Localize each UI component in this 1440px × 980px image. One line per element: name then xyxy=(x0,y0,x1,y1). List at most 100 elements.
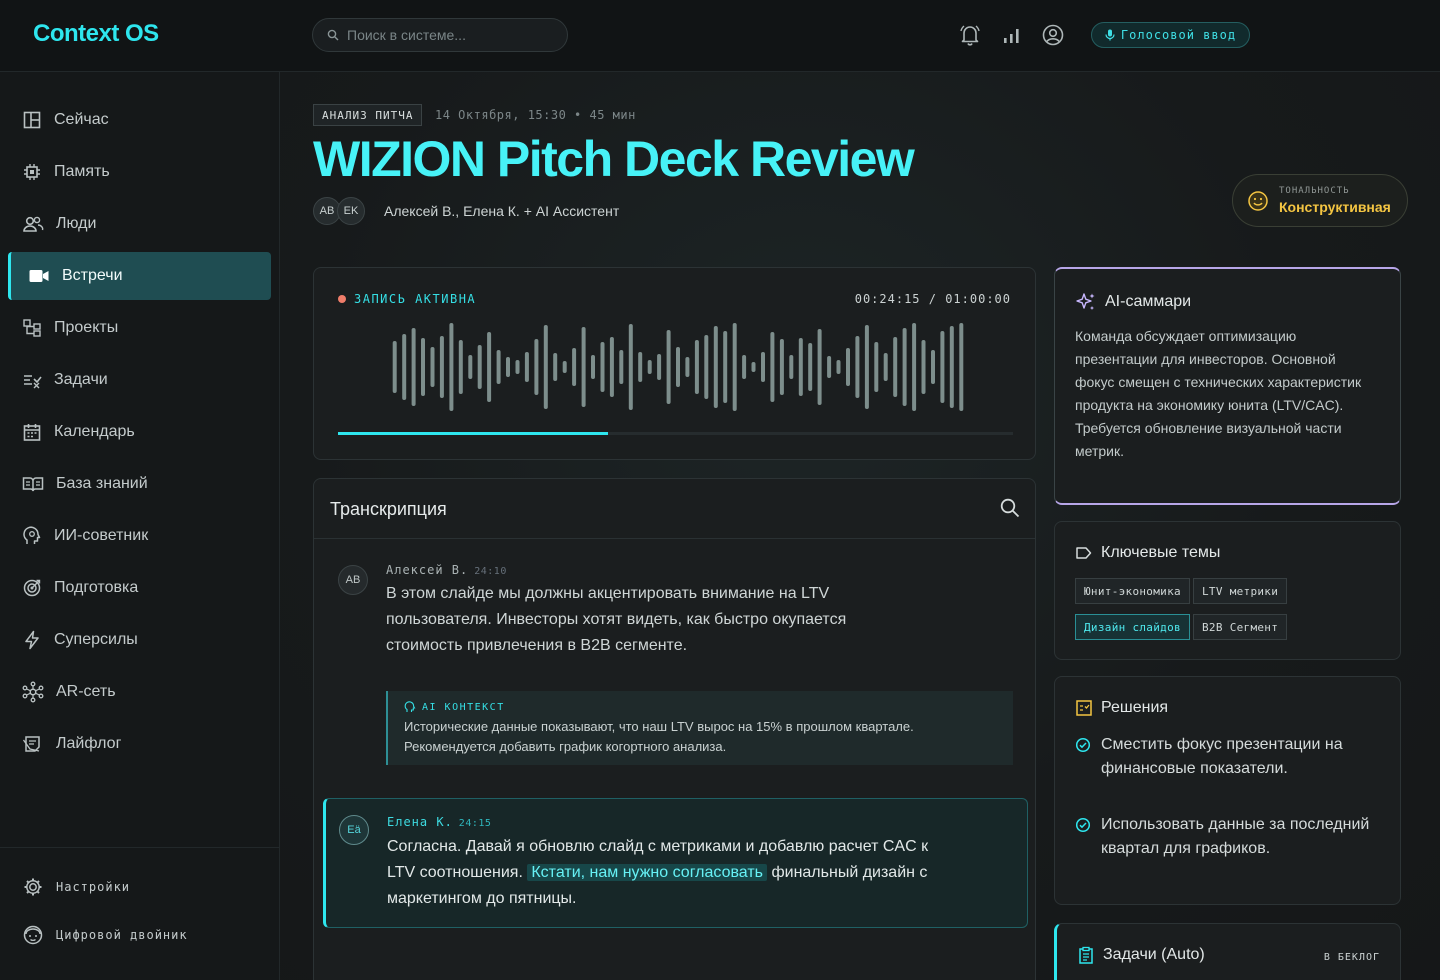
tag-icon xyxy=(1076,547,1092,559)
waveform-bar xyxy=(609,337,614,397)
waveform-bar xyxy=(562,361,567,373)
check-circle-icon xyxy=(1075,817,1091,833)
layout-icon xyxy=(23,111,41,129)
sidebar-item-label: Сейчас xyxy=(54,111,109,128)
sidebar-item-label: Суперсилы xyxy=(54,631,138,648)
task-list-icon xyxy=(24,375,42,389)
message-time: 24:10 xyxy=(474,566,507,577)
waveform-bar xyxy=(392,341,397,393)
highlighted-action-text[interactable]: Кстати, нам нужно согласовать xyxy=(527,864,768,881)
playback-progress xyxy=(338,432,608,435)
search-box[interactable] xyxy=(312,18,568,52)
avatar[interactable]: AB xyxy=(338,565,368,595)
sidebar-item-knowledge-base[interactable]: База знаний xyxy=(8,460,271,508)
message-text: Согласна. Давай я обновлю слайд с метрик… xyxy=(387,834,947,912)
avatar[interactable]: EK xyxy=(337,197,365,225)
chip-icon xyxy=(24,164,40,180)
smile-icon xyxy=(1248,190,1268,211)
sidebar-item-label: Задачи xyxy=(54,371,108,388)
highlighted-message[interactable]: Eä Елена К. 24:15 Согласна. Давай я обнов… xyxy=(323,798,1028,928)
waveform-bar xyxy=(581,327,586,407)
digital-twin-link[interactable]: Цифровой двойник xyxy=(22,924,188,946)
sidebar: Сейчас Память Люди Встречи Проекты Задач… xyxy=(0,72,280,980)
sidebar-item-label: Лайфлог xyxy=(56,735,122,752)
sidebar-item-now[interactable]: Сейчас xyxy=(8,96,271,144)
bolt-icon xyxy=(25,630,39,650)
waveform-bar xyxy=(638,352,643,382)
waveform-bar xyxy=(742,355,747,379)
avatar[interactable]: Eä xyxy=(339,815,369,845)
digital-twin-label: Цифровой двойник xyxy=(56,928,188,942)
theme-chip[interactable]: Юнит-экономика xyxy=(1075,578,1190,604)
video-icon xyxy=(29,270,49,282)
sidebar-item-superpowers[interactable]: Суперсилы xyxy=(8,616,271,664)
waveform-bar xyxy=(827,356,832,378)
waveform-bar xyxy=(515,360,520,374)
waveform-bar xyxy=(959,323,964,411)
recording-panel: ЗАПИСЬ АКТИВНА 00:24:15 / 01:00:00 xyxy=(313,267,1036,460)
ai-summary-header: AI-саммари xyxy=(1075,291,1191,313)
meeting-meta: 14 Октября, 15:30 • 45 мин xyxy=(435,108,636,122)
settings-link[interactable]: Настройки xyxy=(22,876,130,898)
book-icon xyxy=(22,477,44,492)
waveform-bar xyxy=(628,324,633,410)
sidebar-item-ar-network[interactable]: AR-сеть xyxy=(8,668,271,716)
top-bar: Context OS Голосовой ввод xyxy=(0,0,1440,72)
waveform-bar xyxy=(506,357,510,377)
theme-chip[interactable]: Дизайн слайдов xyxy=(1075,614,1190,640)
search-icon xyxy=(327,29,339,41)
bell-icon[interactable] xyxy=(957,22,983,48)
waveform-bar xyxy=(723,331,728,403)
signal-bars-icon[interactable] xyxy=(999,22,1025,48)
sidebar-item-projects[interactable]: Проекты xyxy=(8,304,271,352)
waveform-bar xyxy=(411,328,416,406)
sidebar-item-people[interactable]: Люди xyxy=(8,200,271,248)
sidebar-item-calendar[interactable]: Календарь xyxy=(8,408,271,456)
waveform-bar xyxy=(449,323,454,411)
waveform-bar xyxy=(846,348,850,386)
sidebar-item-tasks[interactable]: Задачи xyxy=(8,356,271,404)
to-backlog-button[interactable]: В БЕКЛОГ xyxy=(1324,952,1380,963)
transcript-divider xyxy=(314,538,1035,539)
waveform-bar xyxy=(855,336,860,398)
key-themes-title: Ключевые темы xyxy=(1101,544,1221,561)
sidebar-item-meetings[interactable]: Встречи xyxy=(8,252,271,300)
sidebar-item-preparation[interactable]: Подготовка xyxy=(8,564,271,612)
sidebar-item-label: Подготовка xyxy=(54,579,139,596)
user-circle-icon[interactable] xyxy=(1040,22,1066,48)
network-icon xyxy=(22,681,44,703)
recording-status: ЗАПИСЬ АКТИВНА xyxy=(338,292,476,306)
sidebar-item-lifelog[interactable]: Лайфлог xyxy=(8,720,271,768)
recording-timer: 00:24:15 / 01:00:00 xyxy=(854,292,1011,306)
waveform-bar xyxy=(685,357,690,377)
recording-dot-icon xyxy=(338,295,346,303)
face-icon xyxy=(23,925,43,945)
sidebar-item-label: Память xyxy=(54,163,110,180)
search-icon[interactable] xyxy=(999,497,1021,519)
waveform-bar xyxy=(553,353,558,381)
theme-chip[interactable]: B2B Сегмент xyxy=(1193,614,1288,640)
waveform-bar xyxy=(572,348,577,386)
theme-chip[interactable]: LTV метрики xyxy=(1193,578,1288,604)
waveform-bar xyxy=(458,340,463,394)
waveform-bar xyxy=(940,331,945,403)
app-logo[interactable]: Context OS xyxy=(33,20,159,48)
ai-summary-title: AI-саммари xyxy=(1105,293,1192,310)
sidebar-item-memory[interactable]: Память xyxy=(8,148,271,196)
sidebar-item-ai-advisor[interactable]: ИИ-советник xyxy=(8,512,271,560)
waveform-bar xyxy=(912,323,917,411)
waveform-bar xyxy=(713,326,718,408)
waveform-bar xyxy=(666,330,671,404)
waveform-bar xyxy=(902,328,907,406)
transcript-panel: Транскрипция AB Алексей В. 24:10 В этом с… xyxy=(313,478,1036,980)
waveform-bar xyxy=(477,345,482,389)
log-icon xyxy=(22,736,40,752)
voice-input-button[interactable]: Голосовой ввод xyxy=(1091,22,1250,48)
tone-label: ТОНАЛЬНОСТЬ xyxy=(1279,186,1350,196)
waveform-bar xyxy=(694,340,699,394)
search-input[interactable] xyxy=(347,27,547,43)
target-icon xyxy=(23,579,41,597)
decision-item: Использовать данные за последний квартал… xyxy=(1075,813,1385,861)
clipboard-icon xyxy=(1079,946,1093,964)
brain-head-icon xyxy=(404,701,416,712)
